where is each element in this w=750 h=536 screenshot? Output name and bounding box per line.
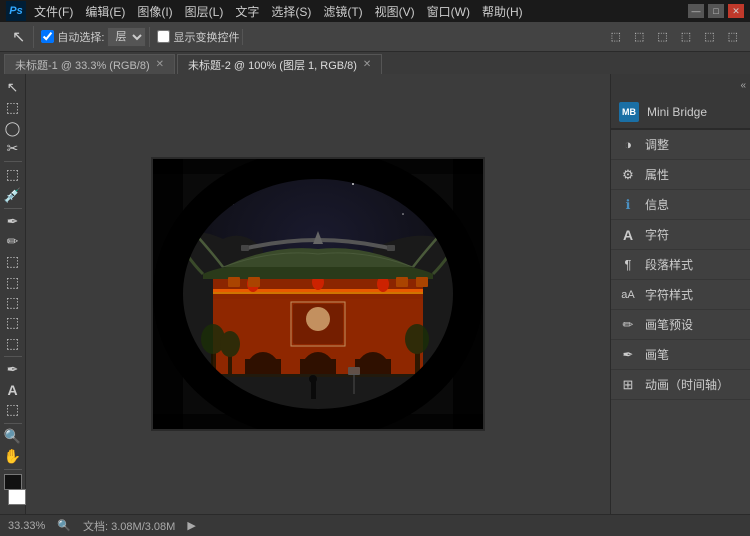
show-transform-checkbox[interactable] xyxy=(157,30,170,43)
auto-select-dropdown[interactable]: 层 xyxy=(107,27,146,47)
collapse-panel-button[interactable]: « xyxy=(740,80,746,91)
close-tab-2-icon[interactable]: ✕ xyxy=(363,59,371,70)
align-center-button[interactable]: ⬚ xyxy=(629,26,649,48)
right-panel-header: « xyxy=(611,74,750,96)
brush-panel-item[interactable]: ✒ 画笔 xyxy=(611,340,750,370)
align-middle-button[interactable]: ⬚ xyxy=(699,26,719,48)
zoom-icon: 🔍 xyxy=(57,519,71,532)
hand-tool-button[interactable]: ✋ xyxy=(2,447,24,466)
close-button[interactable]: ✕ xyxy=(728,4,744,18)
animation-label: 动画（时间轴） xyxy=(645,376,729,393)
properties-panel-item[interactable]: ⚙ 属性 xyxy=(611,160,750,190)
menu-layer[interactable]: 图层(L) xyxy=(185,3,224,20)
move-tool-button[interactable]: ↖ xyxy=(7,26,30,48)
ps-logo: Ps xyxy=(6,1,26,21)
crop-tool-button[interactable]: ⬚ xyxy=(2,165,24,184)
mini-bridge-label: Mini Bridge xyxy=(647,105,707,119)
menu-edit[interactable]: 编辑(E) xyxy=(85,3,125,20)
animation-icon: ⊞ xyxy=(619,376,637,394)
dodge-tool-button[interactable]: ⬚ xyxy=(2,334,24,353)
maximize-button[interactable]: □ xyxy=(708,4,724,18)
canvas-wrapper xyxy=(151,157,485,431)
brush-tool-button[interactable]: ✏ xyxy=(2,232,24,251)
info-label: 信息 xyxy=(645,196,669,213)
properties-icon: ⚙ xyxy=(619,166,637,184)
menu-select[interactable]: 选择(S) xyxy=(271,3,311,20)
paragraph-style-panel-item[interactable]: ¶ 段落样式 xyxy=(611,250,750,280)
tab-document-1[interactable]: 未标题-1 @ 33.3% (RGB/8) ✕ xyxy=(4,54,175,74)
close-tab-1-icon[interactable]: ✕ xyxy=(156,59,164,70)
clone-stamp-button[interactable]: ⬚ xyxy=(2,252,24,271)
brush-label: 画笔 xyxy=(645,346,669,363)
foreground-color-button[interactable] xyxy=(4,474,22,490)
menu-window[interactable]: 窗口(W) xyxy=(427,3,470,20)
mini-bridge-icon: MB xyxy=(619,102,639,122)
eraser-tool-button[interactable]: ⬚ xyxy=(2,293,24,312)
document-tabs: 未标题-1 @ 33.3% (RGB/8) ✕ 未标题-2 @ 100% (图层… xyxy=(0,52,750,74)
titlebar: Ps 文件(F) 编辑(E) 图像(I) 图层(L) 文字 选择(S) 滤镜(T… xyxy=(0,0,750,22)
properties-label: 属性 xyxy=(645,166,669,183)
main-area: ↖ ⬚ ◯ ✂ ⬚ 💉 ✒ ✏ ⬚ ⬚ ⬚ ⬚ ⬚ ✒ A ⬚ 🔍 ✋ xyxy=(0,74,750,514)
character-icon: A xyxy=(619,226,637,244)
selection-tool-button[interactable]: ↖ xyxy=(2,78,24,97)
lasso-tool-button[interactable]: ◯ xyxy=(2,119,24,138)
statusbar: 33.33% 🔍 文档: 3.08M/3.08M ▶ xyxy=(0,514,750,536)
auto-select-label: 自动选择: xyxy=(41,29,104,45)
marquee-tool-button[interactable]: ⬚ xyxy=(2,98,24,117)
history-brush-button[interactable]: ⬚ xyxy=(2,273,24,292)
mini-bridge-panel[interactable]: MB Mini Bridge xyxy=(611,96,750,130)
forward-arrow-icon[interactable]: ▶ xyxy=(187,519,195,532)
character-label: 字符 xyxy=(645,226,669,243)
auto-select-checkbox[interactable] xyxy=(41,30,54,43)
document-info: 文档: 3.08M/3.08M xyxy=(83,518,175,534)
tab-document-2[interactable]: 未标题-2 @ 100% (图层 1, RGB/8) ✕ xyxy=(177,54,382,74)
background-color-button[interactable] xyxy=(8,489,26,505)
magic-wand-button[interactable]: ✂ xyxy=(2,139,24,158)
menu-file[interactable]: 文件(F) xyxy=(34,3,73,20)
info-icon: ℹ xyxy=(619,196,637,214)
align-top-button[interactable]: ⬚ xyxy=(676,26,696,48)
brush-icon: ✒ xyxy=(619,346,637,364)
character-panel-item[interactable]: A 字符 xyxy=(611,220,750,250)
window-controls: — □ ✕ xyxy=(688,4,744,18)
menu-image[interactable]: 图像(I) xyxy=(137,3,172,20)
info-panel-item[interactable]: ℹ 信息 xyxy=(611,190,750,220)
char-style-icon: aA xyxy=(619,286,637,304)
canvas-image xyxy=(153,159,483,429)
text-tool-button[interactable]: A xyxy=(2,380,24,399)
adjustments-label: 调整 xyxy=(645,136,669,153)
eyedropper-button[interactable]: 💉 xyxy=(2,185,24,204)
adjustments-panel-item[interactable]: ◑ 调整 xyxy=(611,130,750,160)
gradient-tool-button[interactable]: ⬚ xyxy=(2,313,24,332)
align-right-button[interactable]: ⬚ xyxy=(652,26,672,48)
menu-filter[interactable]: 滤镜(T) xyxy=(323,3,362,20)
brush-preset-label: 画笔预设 xyxy=(645,316,693,333)
char-style-panel-item[interactable]: aA 字符样式 xyxy=(611,280,750,310)
healing-brush-button[interactable]: ✒ xyxy=(2,212,24,231)
paragraph-style-label: 段落样式 xyxy=(645,256,693,273)
show-transform-label[interactable]: 显示变换控件 xyxy=(157,29,239,45)
menu-view[interactable]: 视图(V) xyxy=(375,3,415,20)
shape-tool-button[interactable]: ⬚ xyxy=(2,400,24,419)
canvas-area xyxy=(26,74,610,514)
menu-help[interactable]: 帮助(H) xyxy=(482,3,523,20)
zoom-tool-button[interactable]: 🔍 xyxy=(2,427,24,446)
char-style-label: 字符样式 xyxy=(645,286,693,303)
left-toolbar: ↖ ⬚ ◯ ✂ ⬚ 💉 ✒ ✏ ⬚ ⬚ ⬚ ⬚ ⬚ ✒ A ⬚ 🔍 ✋ xyxy=(0,74,26,514)
align-bottom-button[interactable]: ⬚ xyxy=(723,26,743,48)
animation-panel-item[interactable]: ⊞ 动画（时间轴） xyxy=(611,370,750,400)
paragraph-style-icon: ¶ xyxy=(619,256,637,274)
adjustments-icon: ◑ xyxy=(619,136,637,154)
pen-tool-button[interactable]: ✒ xyxy=(2,360,24,379)
right-panel: « MB Mini Bridge ◑ 调整 ⚙ 属性 ℹ 信息 A 字符 ¶ 段… xyxy=(610,74,750,514)
brush-preset-panel-item[interactable]: ✏ 画笔预设 xyxy=(611,310,750,340)
brush-preset-icon: ✏ xyxy=(619,316,637,334)
menu-bar: 文件(F) 编辑(E) 图像(I) 图层(L) 文字 选择(S) 滤镜(T) 视… xyxy=(34,3,523,20)
menu-text[interactable]: 文字 xyxy=(235,3,259,20)
minimize-button[interactable]: — xyxy=(688,4,704,18)
toolbar: ↖ 自动选择: 层 显示变换控件 ⬚ ⬚ ⬚ ⬚ ⬚ ⬚ xyxy=(0,22,750,52)
zoom-level: 33.33% xyxy=(8,520,45,532)
align-left-button[interactable]: ⬚ xyxy=(606,26,626,48)
